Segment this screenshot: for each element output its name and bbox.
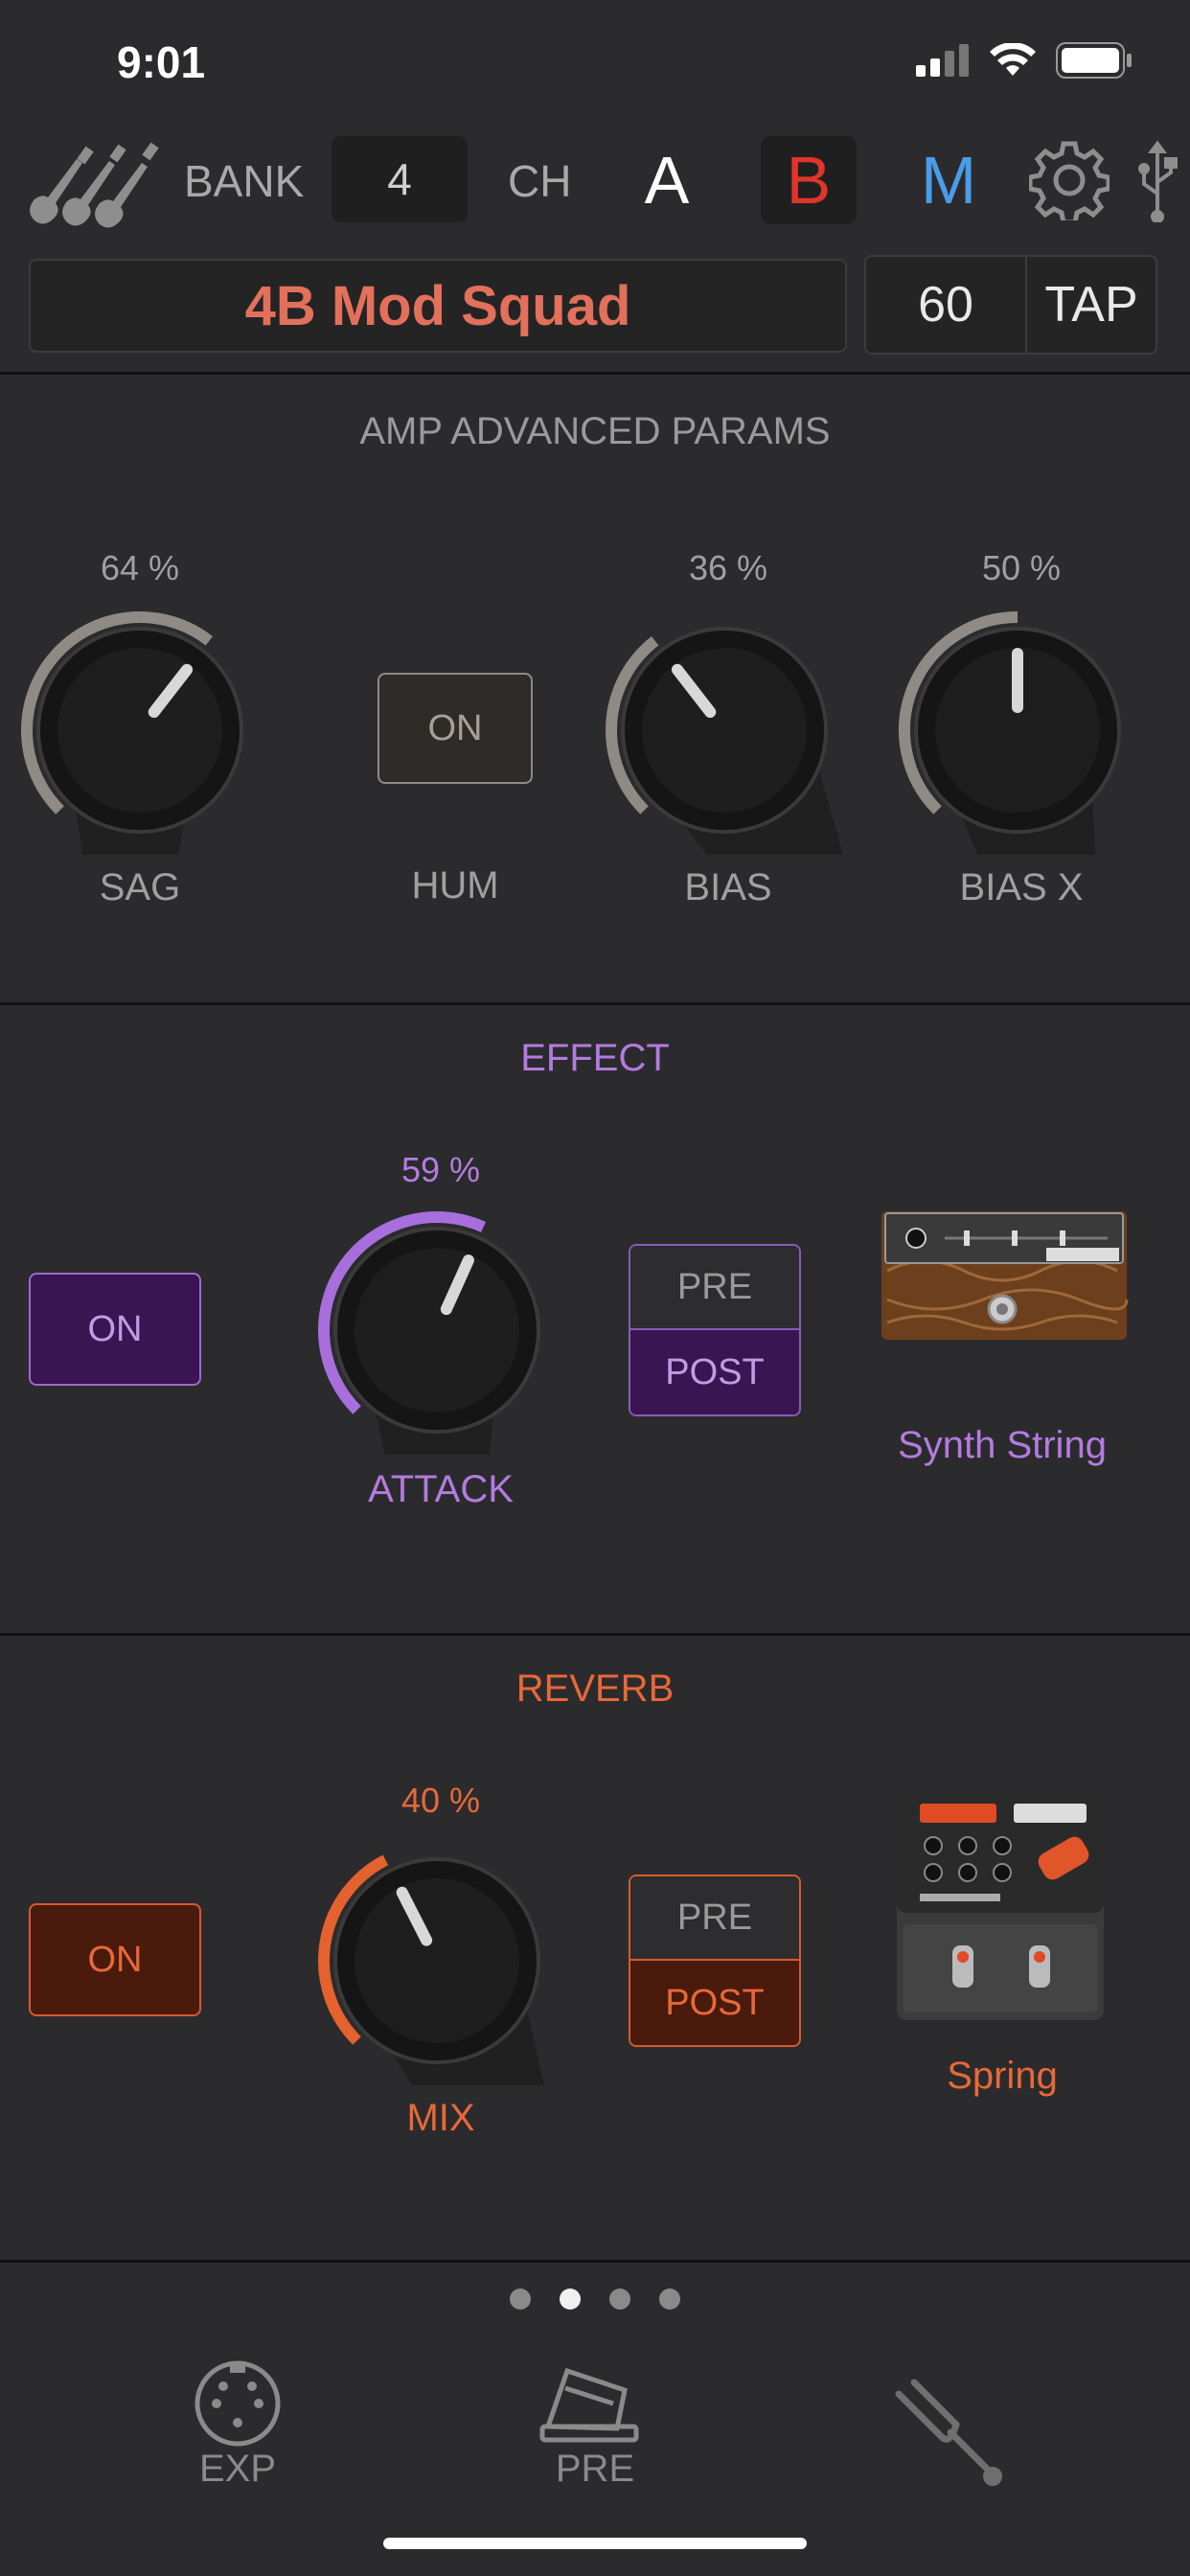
knob-graphic bbox=[606, 627, 876, 1005]
hum-label: HUM bbox=[411, 864, 499, 907]
bias-knob[interactable] bbox=[600, 606, 876, 1005]
biasx-knob[interactable] bbox=[893, 606, 1142, 1027]
gear-icon[interactable] bbox=[1029, 140, 1110, 220]
biasx-value: 50 % bbox=[981, 548, 1062, 587]
attack-value: 59 % bbox=[400, 1150, 481, 1189]
amp-section-title: AMP ADVANCED PARAMS bbox=[359, 410, 831, 452]
effect-model-name[interactable]: Synth String bbox=[843, 1424, 1161, 1467]
knob-graphic bbox=[21, 611, 243, 1005]
bias-label: BIAS bbox=[684, 866, 772, 908]
bias-value: 36 % bbox=[688, 548, 768, 587]
reverb-model-name[interactable]: Spring bbox=[843, 2055, 1161, 2098]
usb-icon bbox=[1138, 140, 1178, 222]
channel-a-button[interactable]: A bbox=[623, 136, 711, 224]
mix-knob[interactable] bbox=[312, 1836, 571, 2247]
wifi-icon bbox=[990, 43, 1036, 76]
guitars-icon[interactable] bbox=[25, 134, 171, 230]
knob-graphic bbox=[899, 611, 1121, 1027]
tab-exp-label[interactable]: EXP bbox=[142, 2448, 333, 2491]
battery-icon bbox=[1056, 42, 1132, 79]
reverb-pre-option[interactable]: PRE bbox=[630, 1876, 799, 1961]
ch-label: CH bbox=[508, 156, 572, 206]
spring-reverb-pedal-image[interactable] bbox=[895, 1788, 1106, 2022]
reverb-post-option[interactable]: POST bbox=[630, 1961, 799, 2045]
mix-value: 40 % bbox=[400, 1781, 481, 1820]
divider bbox=[0, 2260, 1190, 2263]
signal-icon bbox=[916, 44, 969, 77]
page-dot[interactable] bbox=[659, 2288, 680, 2310]
mix-label: MIX bbox=[406, 2097, 475, 2139]
sag-label: SAG bbox=[99, 866, 181, 908]
page-dot[interactable] bbox=[609, 2288, 630, 2310]
tempo-value[interactable]: 60 bbox=[866, 257, 1027, 353]
tab-pre-label[interactable]: PRE bbox=[499, 2448, 691, 2491]
reverb-prepost-toggle[interactable]: PRE POST bbox=[629, 1874, 801, 2047]
page-dot[interactable] bbox=[560, 2288, 581, 2310]
pedal-icon[interactable] bbox=[538, 2359, 640, 2446]
knob-cap bbox=[642, 648, 807, 813]
channel-b-button[interactable]: B bbox=[761, 136, 857, 224]
effect-on-button[interactable]: ON bbox=[29, 1273, 201, 1386]
sag-value: 64 % bbox=[100, 548, 180, 587]
biasx-label: BIAS X bbox=[959, 866, 1084, 908]
channel-m-button[interactable]: M bbox=[904, 136, 993, 224]
knob-cap bbox=[355, 1878, 519, 2043]
effect-post-option[interactable]: POST bbox=[630, 1330, 799, 1414]
tap-button[interactable]: TAP bbox=[1027, 257, 1156, 353]
page-dot[interactable] bbox=[510, 2288, 531, 2310]
bank-label: BANK bbox=[184, 156, 305, 206]
reverb-on-button[interactable]: ON bbox=[29, 1903, 201, 2016]
attack-label: ATTACK bbox=[368, 1468, 514, 1510]
knob-cap bbox=[355, 1248, 519, 1413]
knob-graphic bbox=[318, 1854, 571, 2247]
preset-name[interactable]: 4B Mod Squad bbox=[29, 259, 847, 353]
page-indicator[interactable] bbox=[0, 2288, 1190, 2310]
status-icons bbox=[916, 42, 1133, 79]
divider bbox=[0, 1633, 1190, 1636]
effect-section-title: EFFECT bbox=[520, 1037, 670, 1079]
synth-string-pedal-image[interactable] bbox=[878, 1204, 1131, 1346]
home-indicator bbox=[383, 2538, 807, 2549]
knob-cap bbox=[57, 648, 222, 813]
tempo-box: 60 TAP bbox=[864, 255, 1157, 355]
effect-pre-option[interactable]: PRE bbox=[630, 1246, 799, 1330]
hum-on-button[interactable]: ON bbox=[378, 673, 533, 784]
reverb-section-title: REVERB bbox=[515, 1668, 675, 1710]
effect-prepost-toggle[interactable]: PRE POST bbox=[629, 1244, 801, 1416]
status-time: 9:01 bbox=[117, 37, 206, 87]
divider bbox=[0, 1002, 1190, 1005]
bank-selector[interactable]: 4 bbox=[332, 136, 468, 222]
sag-knob[interactable] bbox=[15, 606, 264, 1005]
midi-din-icon[interactable] bbox=[192, 2358, 284, 2450]
tuning-fork-icon[interactable] bbox=[891, 2377, 1010, 2496]
knob-graphic bbox=[318, 1211, 540, 1619]
attack-knob[interactable] bbox=[312, 1206, 561, 1619]
divider bbox=[0, 372, 1190, 375]
